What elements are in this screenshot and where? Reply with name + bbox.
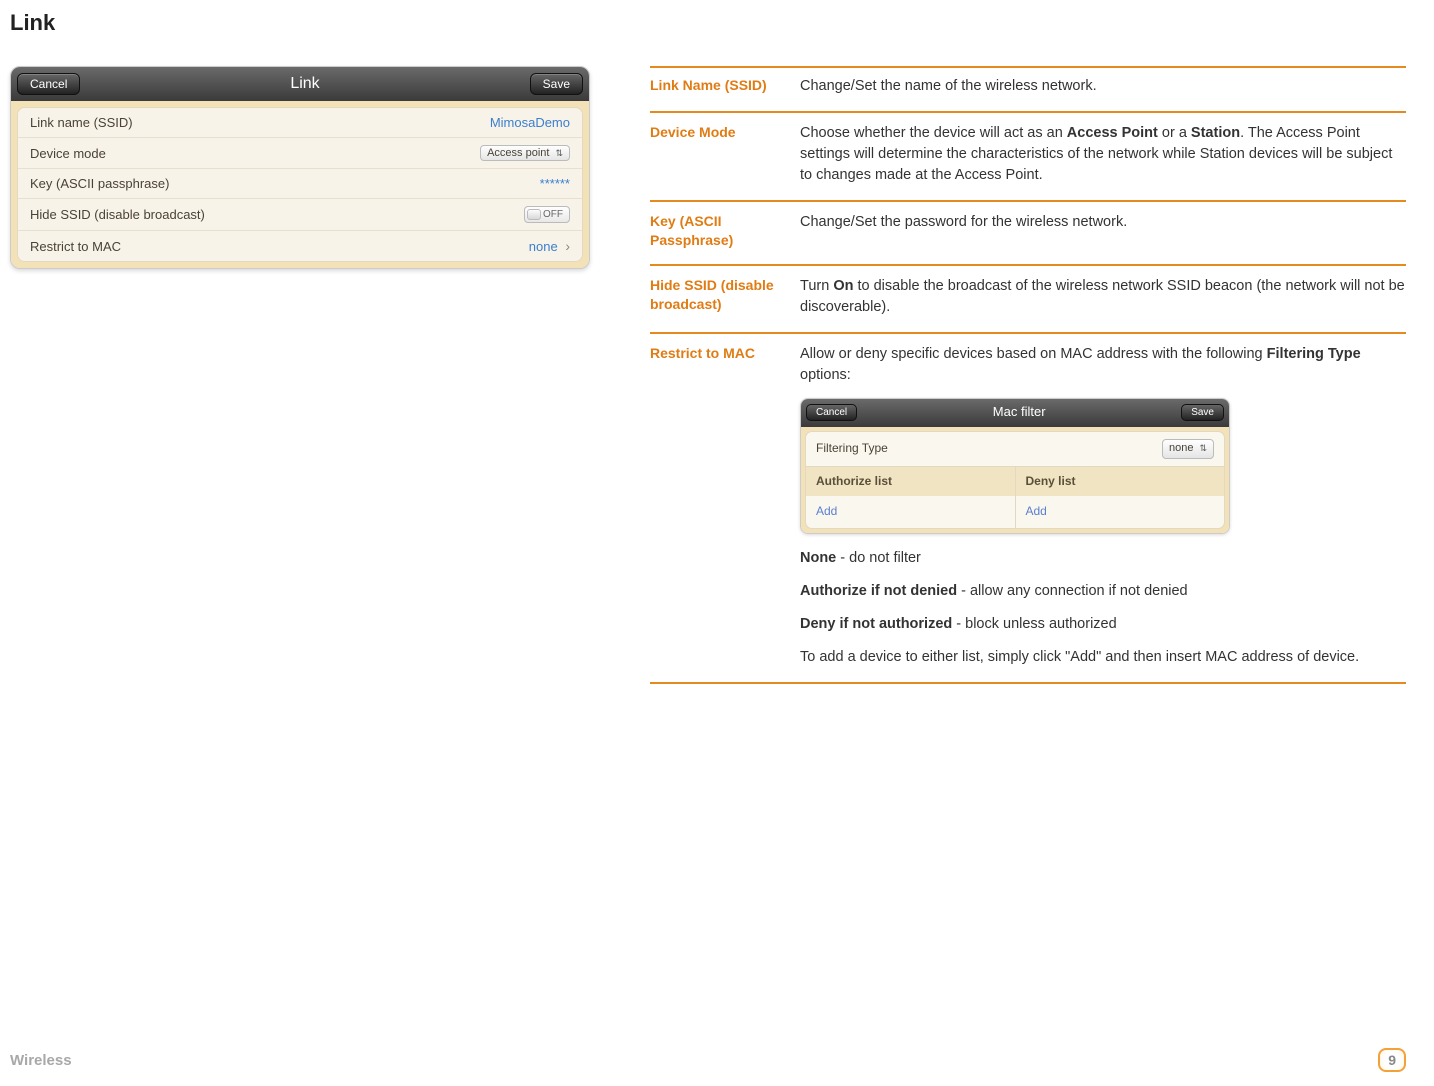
desc-key: Change/Set the password for the wireless… bbox=[800, 212, 1406, 250]
right-column: Link Name (SSID) Change/Set the name of … bbox=[650, 66, 1406, 684]
key-value: ****** bbox=[540, 176, 570, 191]
row-ssid[interactable]: Link name (SSID) MimosaDemo bbox=[18, 108, 582, 138]
updown-caret-icon: ⇅ bbox=[555, 148, 563, 159]
def-link-name: Link Name (SSID) Change/Set the name of … bbox=[650, 68, 1406, 113]
mac-label: Restrict to MAC bbox=[30, 239, 121, 254]
filtering-type-label: Filtering Type bbox=[816, 440, 888, 457]
text-bold: Authorize if not denied bbox=[800, 583, 957, 599]
row-hide-ssid[interactable]: Hide SSID (disable broadcast) OFF bbox=[18, 199, 582, 231]
mac-save-button[interactable]: Save bbox=[1181, 404, 1224, 421]
term-link-name: Link Name (SSID) bbox=[650, 76, 800, 97]
desc-restrict-mac: Allow or deny specific devices based on … bbox=[800, 344, 1406, 668]
term-restrict-mac: Restrict to MAC bbox=[650, 344, 800, 668]
filtering-type-select[interactable]: none ⇅ bbox=[1162, 439, 1214, 459]
authorize-add-link[interactable]: Add bbox=[806, 496, 1015, 527]
link-window-title: Link bbox=[80, 75, 529, 93]
desc-device-mode: Choose whether the device will act as an… bbox=[800, 123, 1406, 186]
save-button[interactable]: Save bbox=[530, 73, 583, 95]
deny-header: Deny list bbox=[1015, 467, 1225, 496]
left-column: Cancel Link Save Link name (SSID) Mimosa… bbox=[10, 66, 590, 684]
filtering-type-value: none bbox=[1169, 441, 1193, 457]
row-key[interactable]: Key (ASCII passphrase) ****** bbox=[18, 169, 582, 199]
deny-add-link[interactable]: Add bbox=[1015, 496, 1225, 527]
mac-titlebar: Cancel Mac filter Save bbox=[801, 399, 1229, 427]
ssid-value: MimosaDemo bbox=[490, 115, 570, 130]
desc-hide-ssid: Turn On to disable the broadcast of the … bbox=[800, 276, 1406, 318]
link-titlebar: Cancel Link Save bbox=[11, 67, 589, 101]
text: options: bbox=[800, 367, 851, 383]
text: - block unless authorized bbox=[952, 616, 1116, 632]
hide-ssid-toggle[interactable]: OFF bbox=[524, 206, 570, 223]
page-title: Link bbox=[10, 10, 1406, 36]
mode-value: Access point bbox=[487, 147, 549, 159]
text: to disable the broadcast of the wireless… bbox=[800, 278, 1405, 315]
def-restrict-mac: Restrict to MAC Allow or deny specific d… bbox=[650, 334, 1406, 684]
mac-window-title: Mac filter bbox=[857, 403, 1181, 422]
updown-caret-icon: ⇅ bbox=[1199, 442, 1207, 455]
mode-label: Device mode bbox=[30, 146, 106, 161]
text-bold: Access Point bbox=[1067, 125, 1158, 141]
mac-filtering-row[interactable]: Filtering Type none ⇅ bbox=[806, 432, 1224, 466]
text: Allow or deny specific devices based on … bbox=[800, 346, 1267, 362]
text-bold: On bbox=[833, 278, 853, 294]
text-bold: Station bbox=[1191, 125, 1240, 141]
row-device-mode[interactable]: Device mode Access point ⇅ bbox=[18, 138, 582, 169]
hide-label: Hide SSID (disable broadcast) bbox=[30, 207, 205, 222]
text-bold: Deny if not authorized bbox=[800, 616, 952, 632]
text: Turn bbox=[800, 278, 833, 294]
chevron-right-icon: › bbox=[565, 238, 570, 254]
page-number-badge: 9 bbox=[1378, 1048, 1406, 1072]
text: To add a device to either list, simply c… bbox=[800, 647, 1406, 668]
term-key: Key (ASCII Passphrase) bbox=[650, 212, 800, 250]
page-footer: Wireless 9 bbox=[10, 1048, 1406, 1072]
authorize-header: Authorize list bbox=[806, 467, 1015, 496]
footer-section: Wireless bbox=[10, 1052, 72, 1069]
mac-value: none bbox=[529, 239, 558, 254]
mac-cancel-button[interactable]: Cancel bbox=[806, 404, 857, 421]
cancel-button[interactable]: Cancel bbox=[17, 73, 80, 95]
text: Choose whether the device will act as an bbox=[800, 125, 1067, 141]
text: or a bbox=[1158, 125, 1191, 141]
text: - allow any connection if not denied bbox=[957, 583, 1188, 599]
link-window: Cancel Link Save Link name (SSID) Mimosa… bbox=[10, 66, 590, 269]
mac-filter-window: Cancel Mac filter Save Filtering Type no… bbox=[800, 398, 1230, 534]
hide-value: OFF bbox=[543, 209, 563, 220]
term-device-mode: Device Mode bbox=[650, 123, 800, 186]
def-key: Key (ASCII Passphrase) Change/Set the pa… bbox=[650, 202, 1406, 266]
key-label: Key (ASCII passphrase) bbox=[30, 176, 169, 191]
mode-select[interactable]: Access point ⇅ bbox=[480, 145, 570, 161]
row-restrict-mac[interactable]: Restrict to MAC none › bbox=[18, 231, 582, 261]
text: - do not filter bbox=[836, 550, 921, 566]
def-hide-ssid: Hide SSID (disable broadcast) Turn On to… bbox=[650, 266, 1406, 334]
text-bold: None bbox=[800, 550, 836, 566]
text-bold: Filtering Type bbox=[1267, 346, 1361, 362]
def-device-mode: Device Mode Choose whether the device wi… bbox=[650, 113, 1406, 202]
term-hide-ssid: Hide SSID (disable broadcast) bbox=[650, 276, 800, 318]
ssid-label: Link name (SSID) bbox=[30, 115, 133, 130]
mac-list-headers: Authorize list Deny list bbox=[806, 466, 1224, 496]
desc-link-name: Change/Set the name of the wireless netw… bbox=[800, 76, 1406, 97]
